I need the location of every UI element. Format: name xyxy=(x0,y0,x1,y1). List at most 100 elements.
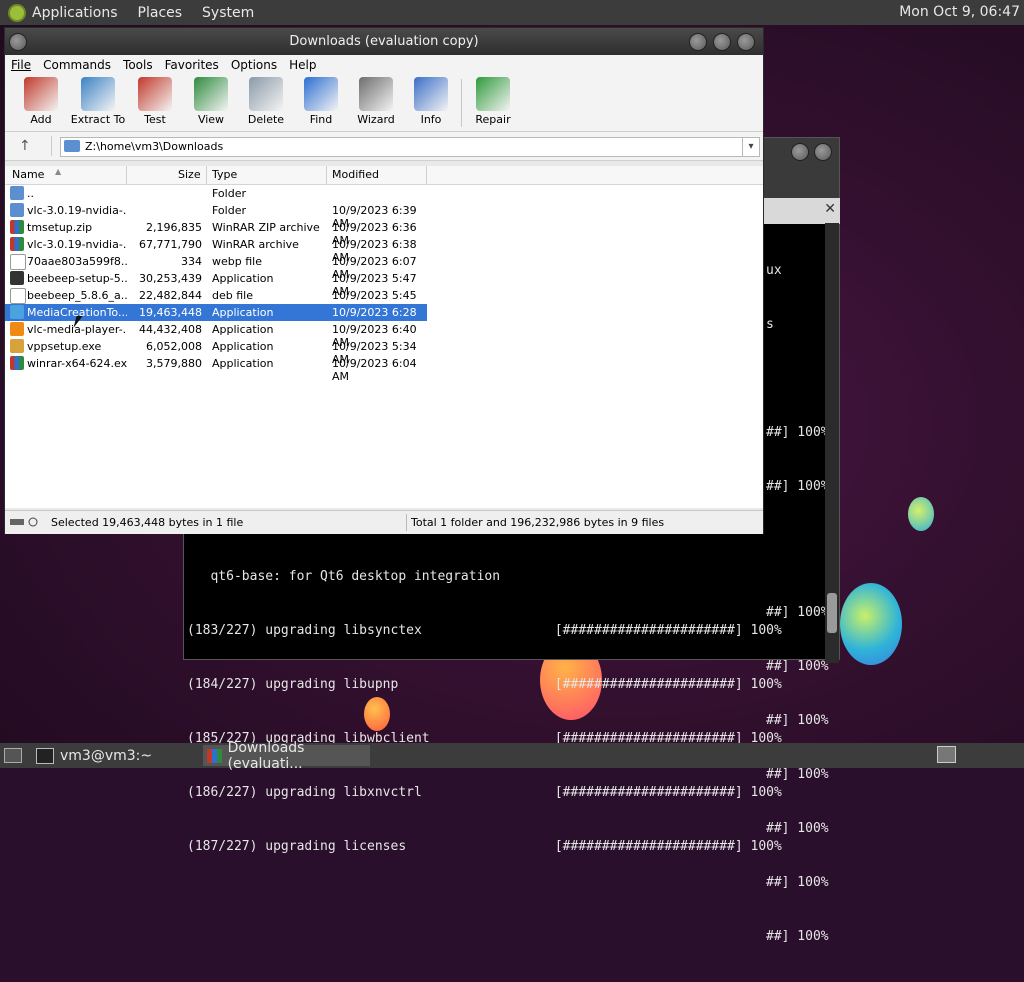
status-bar: Selected 19,463,448 bytes in 1 file Tota… xyxy=(5,510,763,534)
column-size[interactable]: Size xyxy=(178,168,201,181)
toolbar-button-test[interactable]: Test xyxy=(127,77,183,126)
maximize-button[interactable] xyxy=(713,33,731,51)
task-label: vm3@vm3:~ xyxy=(60,747,153,764)
file-row[interactable]: vlc-3.0.19-nvidia-... Folder 10/9/2023 6:3… xyxy=(5,202,427,230)
cell-modified: 10/9/2023 6:04 AM xyxy=(332,357,417,383)
window-title: Downloads (evaluation copy) xyxy=(289,34,479,49)
toolbar-label: Test xyxy=(144,113,166,126)
toolbar-label: Add xyxy=(30,113,52,126)
winrar-window[interactable]: Downloads (evaluation copy) File Command… xyxy=(4,27,764,534)
info-icon xyxy=(414,77,448,111)
trash-icon xyxy=(249,77,283,111)
archive-icon xyxy=(10,220,24,234)
clock[interactable]: Mon Oct 9, 06:47 xyxy=(899,4,1020,20)
file-row[interactable]: vppsetup.exe 6,052,008 Application 10/9/202… xyxy=(5,338,427,366)
terminal-line: qt6-base: for Qt6 desktop integration xyxy=(187,569,501,584)
distro-logo-icon[interactable] xyxy=(8,3,26,22)
winrar-icon xyxy=(207,748,222,763)
menu-file[interactable]: File xyxy=(11,58,31,72)
toolbar-label: Info xyxy=(420,113,442,126)
cell-type: deb file xyxy=(212,289,253,302)
terminal-scrollbar[interactable] xyxy=(825,223,839,663)
terminal-line: ##] 100% xyxy=(766,479,829,494)
cell-size: 19,463,448 xyxy=(139,306,202,319)
toolbar-button-repair[interactable]: Repair xyxy=(465,77,521,126)
cell-type: WinRAR ZIP archive xyxy=(212,221,320,234)
terminal-minimize-button[interactable] xyxy=(791,143,809,161)
toolbar-button-find[interactable]: Find xyxy=(293,77,349,126)
file-row[interactable]: 70aae803a599f8... 334 webp file 10/9/2023 6… xyxy=(5,253,427,281)
cell-name: vppsetup.exe xyxy=(27,340,102,353)
test-checklist-icon xyxy=(138,77,172,111)
column-type[interactable]: Type xyxy=(212,168,237,181)
cell-name: beebeep_5.8.6_a... xyxy=(27,289,127,302)
menu-places[interactable]: Places xyxy=(138,5,183,21)
column-modified[interactable]: Modified xyxy=(332,168,379,181)
toolbar-label: Find xyxy=(309,113,333,126)
file-row[interactable]: .. Folder xyxy=(5,185,427,202)
menu-system[interactable]: System xyxy=(202,5,254,21)
menu-commands[interactable]: Commands xyxy=(43,58,111,72)
menu-applications[interactable]: Applications xyxy=(32,5,118,21)
file-row[interactable]: beebeep-setup-5... 30,253,439 Application 1… xyxy=(5,270,427,298)
toolbar-button-delete[interactable]: Delete xyxy=(238,77,294,126)
cell-name: .. xyxy=(27,187,34,200)
menu-tools[interactable]: Tools xyxy=(123,58,153,72)
column-name[interactable]: Name xyxy=(12,168,44,181)
window-menu-button[interactable] xyxy=(9,33,27,51)
file-list[interactable]: Name ▲ Size Type Modified .. Folder vlc-3.… xyxy=(5,166,763,508)
toolbar-button-add[interactable]: Add xyxy=(13,77,69,126)
show-desktop-icon[interactable] xyxy=(4,748,22,763)
terminal-tab-strip: ✕ xyxy=(764,198,840,224)
menu-favorites[interactable]: Favorites xyxy=(165,58,219,72)
cell-type: Application xyxy=(212,323,274,336)
terminal-maximize-button[interactable] xyxy=(814,143,832,161)
terminal-line: (184/227) upgrading libupnp [###########… xyxy=(187,677,782,692)
up-arrow-icon[interactable]: ↑ xyxy=(19,138,31,154)
file-row[interactable]: MediaCreationTo... 19,463,448 Application 1… xyxy=(5,304,427,332)
toolbar-button-view[interactable]: View xyxy=(183,77,239,126)
address-bar: ↑ Z:\home\vm3\Downloads ▾ xyxy=(5,132,763,161)
file-icon xyxy=(10,288,26,304)
task-terminal[interactable]: vm3@vm3:~ xyxy=(36,745,196,766)
sort-ascending-icon: ▲ xyxy=(55,167,62,176)
workspace-switcher-icon[interactable] xyxy=(937,746,956,763)
bottom-panel: vm3@vm3:~ Downloads (evaluati... xyxy=(0,740,1024,772)
add-archive-icon xyxy=(24,77,58,111)
minimize-button[interactable] xyxy=(689,33,707,51)
cell-size: 3,579,880 xyxy=(146,357,202,370)
file-row[interactable]: tmsetup.zip 2,196,835 WinRAR ZIP archive 10… xyxy=(5,219,427,247)
toolbar-label: Delete xyxy=(247,113,285,126)
cell-name: vlc-3.0.19-nvidia-... xyxy=(27,238,127,251)
toolbar-label: Wizard xyxy=(357,113,395,126)
top-panel: Applications Places System Mon Oct 9, 06… xyxy=(0,0,1024,25)
cell-type: Application xyxy=(212,272,274,285)
toolbar-separator xyxy=(461,79,462,127)
repair-kit-icon xyxy=(476,77,510,111)
file-row[interactable]: vlc-3.0.19-nvidia-... 67,771,790 WinRAR ar… xyxy=(5,236,427,264)
toolbar-button-info[interactable]: Info xyxy=(403,77,459,126)
cell-name: vlc-3.0.19-nvidia-... xyxy=(27,204,127,217)
winrar-titlebar[interactable]: Downloads (evaluation copy) xyxy=(5,28,763,55)
app-bee-icon xyxy=(10,271,24,285)
drive-icon[interactable] xyxy=(10,517,40,527)
menu-help[interactable]: Help xyxy=(289,58,316,72)
close-icon[interactable]: ✕ xyxy=(824,201,836,217)
file-row[interactable]: vlc-media-player-... 44,432,408 Applicatio… xyxy=(5,321,427,349)
scroll-thumb[interactable] xyxy=(827,593,837,633)
chevron-down-icon[interactable]: ▾ xyxy=(742,138,759,156)
close-button[interactable] xyxy=(737,33,755,51)
cell-size: 30,253,439 xyxy=(139,272,202,285)
menu-options[interactable]: Options xyxy=(231,58,277,72)
file-row[interactable]: beebeep_5.8.6_a... 22,482,844 deb file 10/9… xyxy=(5,287,427,315)
file-row[interactable]: winrar-x64-624.exe 3,579,880 Application 10… xyxy=(5,355,427,383)
magnifier-icon xyxy=(304,77,338,111)
folder-icon xyxy=(10,186,24,200)
path-combobox[interactable]: Z:\home\vm3\Downloads ▾ xyxy=(60,137,760,157)
cell-size: 22,482,844 xyxy=(139,289,202,302)
task-winrar[interactable]: Downloads (evaluati... xyxy=(203,740,370,772)
terminal-line: (183/227) upgrading libsynctex [########… xyxy=(187,623,782,638)
toolbar-button-wizard[interactable]: Wizard xyxy=(348,77,404,126)
toolbar-button-extract-to[interactable]: Extract To xyxy=(70,77,126,126)
cell-name: beebeep-setup-5... xyxy=(27,272,127,285)
